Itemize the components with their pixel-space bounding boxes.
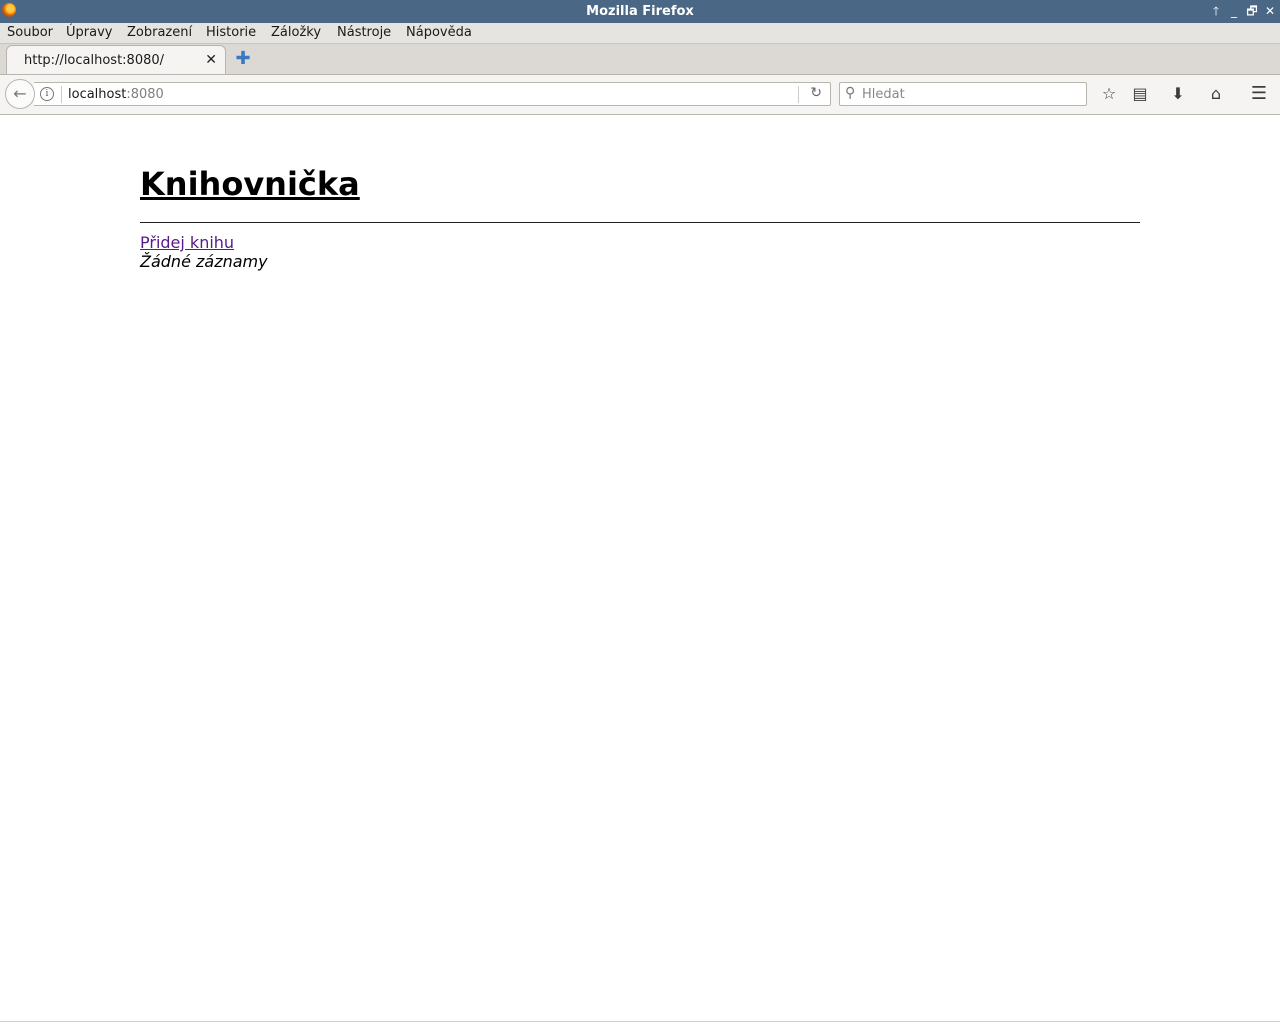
navigation-toolbar: i localhost:8080 ↻ ← ⚲ ☆ ▤ ⬇ ⌂ ☰ <box>0 75 1280 115</box>
star-icon[interactable]: ☆ <box>1098 83 1120 105</box>
close-tab-icon[interactable]: ✕ <box>205 52 217 68</box>
url-host: localhost <box>68 87 127 102</box>
new-tab-icon[interactable]: ✚ <box>233 50 253 70</box>
tab-active[interactable]: http://localhost:8080/ ✕ <box>6 45 226 74</box>
download-arrow-icon[interactable]: ⬇ <box>1167 83 1189 105</box>
maximize-icon[interactable]: 🗗 <box>1244 3 1260 19</box>
url-text[interactable]: localhost:8080 <box>68 87 164 102</box>
back-arrow-icon: ← <box>13 84 27 103</box>
tab-strip: http://localhost:8080/ ✕ ✚ <box>0 44 1280 75</box>
empty-records-message: Žádné záznamy <box>140 252 268 271</box>
menu-item-soubor[interactable]: Soubor <box>7 25 53 40</box>
info-icon[interactable]: i <box>40 87 54 101</box>
magnifier-icon: ⚲ <box>845 85 856 101</box>
url-separator <box>61 86 62 103</box>
horizontal-rule <box>140 222 1140 223</box>
search-bar[interactable]: ⚲ <box>839 82 1087 106</box>
back-button[interactable]: ← <box>5 79 35 109</box>
search-input[interactable] <box>862 85 1072 103</box>
menu-item-napoveda[interactable]: Nápověda <box>406 25 472 40</box>
menu-item-upravy[interactable]: Úpravy <box>66 25 112 40</box>
url-port: :8080 <box>126 87 164 102</box>
menu-item-zalozky[interactable]: Záložky <box>271 25 321 40</box>
menu-bar: Soubor Úpravy Zobrazení Historie Záložky… <box>0 23 1280 44</box>
window-above-icon[interactable]: 🡑 <box>1208 3 1224 19</box>
bottom-border <box>0 1021 1280 1022</box>
clipboard-icon[interactable]: ▤ <box>1129 83 1151 105</box>
add-book-link[interactable]: Přidej knihu <box>140 233 234 252</box>
menu-item-historie[interactable]: Historie <box>206 25 256 40</box>
close-window-icon[interactable]: ✕ <box>1262 3 1278 19</box>
url-bar[interactable]: i localhost:8080 ↻ <box>34 82 831 106</box>
reload-separator <box>798 86 799 103</box>
home-icon[interactable]: ⌂ <box>1205 83 1227 105</box>
window-titlebar: Mozilla Firefox 🡑 _ 🗗 ✕ <box>0 0 1280 23</box>
reload-icon[interactable]: ↻ <box>810 85 822 101</box>
menu-item-zobrazeni[interactable]: Zobrazení <box>127 25 192 40</box>
hamburger-icon[interactable]: ☰ <box>1248 83 1270 105</box>
minimize-icon[interactable]: _ <box>1226 3 1242 19</box>
menu-item-nastroje[interactable]: Nástroje <box>337 25 391 40</box>
tab-title: http://localhost:8080/ <box>24 53 165 68</box>
window-title: Mozilla Firefox <box>586 4 694 19</box>
page-title: Knihovnička <box>140 165 360 203</box>
